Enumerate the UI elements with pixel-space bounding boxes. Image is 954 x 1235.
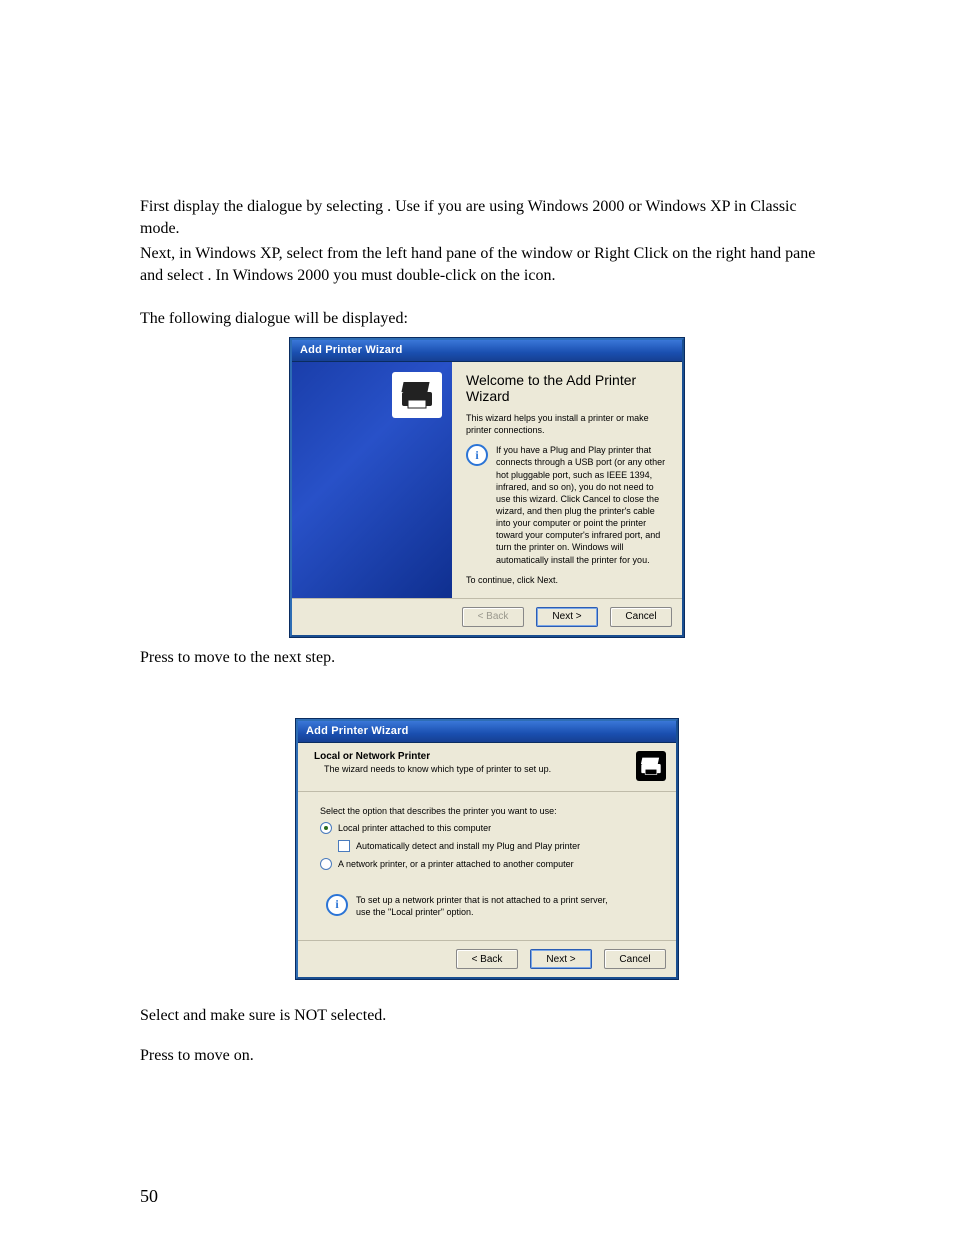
add-printer-wizard-dialog-welcome: Add Printer Wizard Welcome to the Add Pr… xyxy=(290,338,684,637)
wizard-intro-text: This wizard helps you install a printer … xyxy=(466,412,668,436)
text: . Use xyxy=(387,198,424,215)
wizard-heading: Welcome to the Add Printer Wizard xyxy=(466,372,668,404)
text: Next, in Windows XP, select xyxy=(140,245,327,262)
page-number: 50 xyxy=(140,1186,158,1207)
text: and make sure xyxy=(183,1007,279,1024)
text: Select xyxy=(140,1007,183,1024)
back-button[interactable]: < Back xyxy=(456,949,518,969)
cancel-button[interactable]: Cancel xyxy=(604,949,666,969)
back-button: < Back xyxy=(462,607,524,627)
text: dialogue by selecting xyxy=(247,198,387,215)
printer-icon xyxy=(636,751,666,781)
wizard-info-text: If you have a Plug and Play printer that… xyxy=(496,444,668,565)
cancel-button[interactable]: Cancel xyxy=(610,607,672,627)
text: Press xyxy=(140,1047,178,1064)
text: First display the xyxy=(140,198,247,215)
body-text-block: First display the dialogue by selecting … xyxy=(140,196,834,330)
add-printer-wizard-dialog-local-network: Add Printer Wizard Local or Network Prin… xyxy=(296,719,678,979)
wizard-hint-text: To set up a network printer that is not … xyxy=(356,894,616,918)
wizard-step-title: Local or Network Printer xyxy=(314,751,551,762)
auto-detect-checkbox[interactable] xyxy=(338,840,350,852)
info-icon: i xyxy=(466,444,488,466)
wizard-continue-text: To continue, click Next. xyxy=(466,574,668,586)
local-printer-label: Local printer attached to this computer xyxy=(338,823,491,833)
text: icon. xyxy=(524,267,556,284)
text: is NOT selected. xyxy=(280,1007,387,1024)
next-button[interactable]: Next > xyxy=(530,949,592,969)
auto-detect-label: Automatically detect and install my Plug… xyxy=(356,841,580,851)
prompt-text: Select the option that describes the pri… xyxy=(320,806,654,816)
info-icon: i xyxy=(326,894,348,916)
text: to move on. xyxy=(178,1047,254,1064)
text: to move to the next step. xyxy=(178,649,335,666)
wizard-side-banner xyxy=(292,362,452,598)
text: Press xyxy=(140,649,178,666)
network-printer-label: A network printer, or a printer attached… xyxy=(338,859,574,869)
wizard-step-subtitle: The wizard needs to know which type of p… xyxy=(314,764,551,774)
dialog-titlebar: Add Printer Wizard xyxy=(298,721,676,743)
text: . In Windows 2000 you must double-click … xyxy=(208,267,524,284)
network-printer-radio[interactable] xyxy=(320,858,332,870)
local-printer-radio[interactable] xyxy=(320,822,332,834)
dialog-titlebar: Add Printer Wizard xyxy=(292,340,682,362)
text: The following dialogue will be displayed… xyxy=(140,308,834,330)
next-button[interactable]: Next > xyxy=(536,607,598,627)
printer-icon xyxy=(392,372,442,418)
